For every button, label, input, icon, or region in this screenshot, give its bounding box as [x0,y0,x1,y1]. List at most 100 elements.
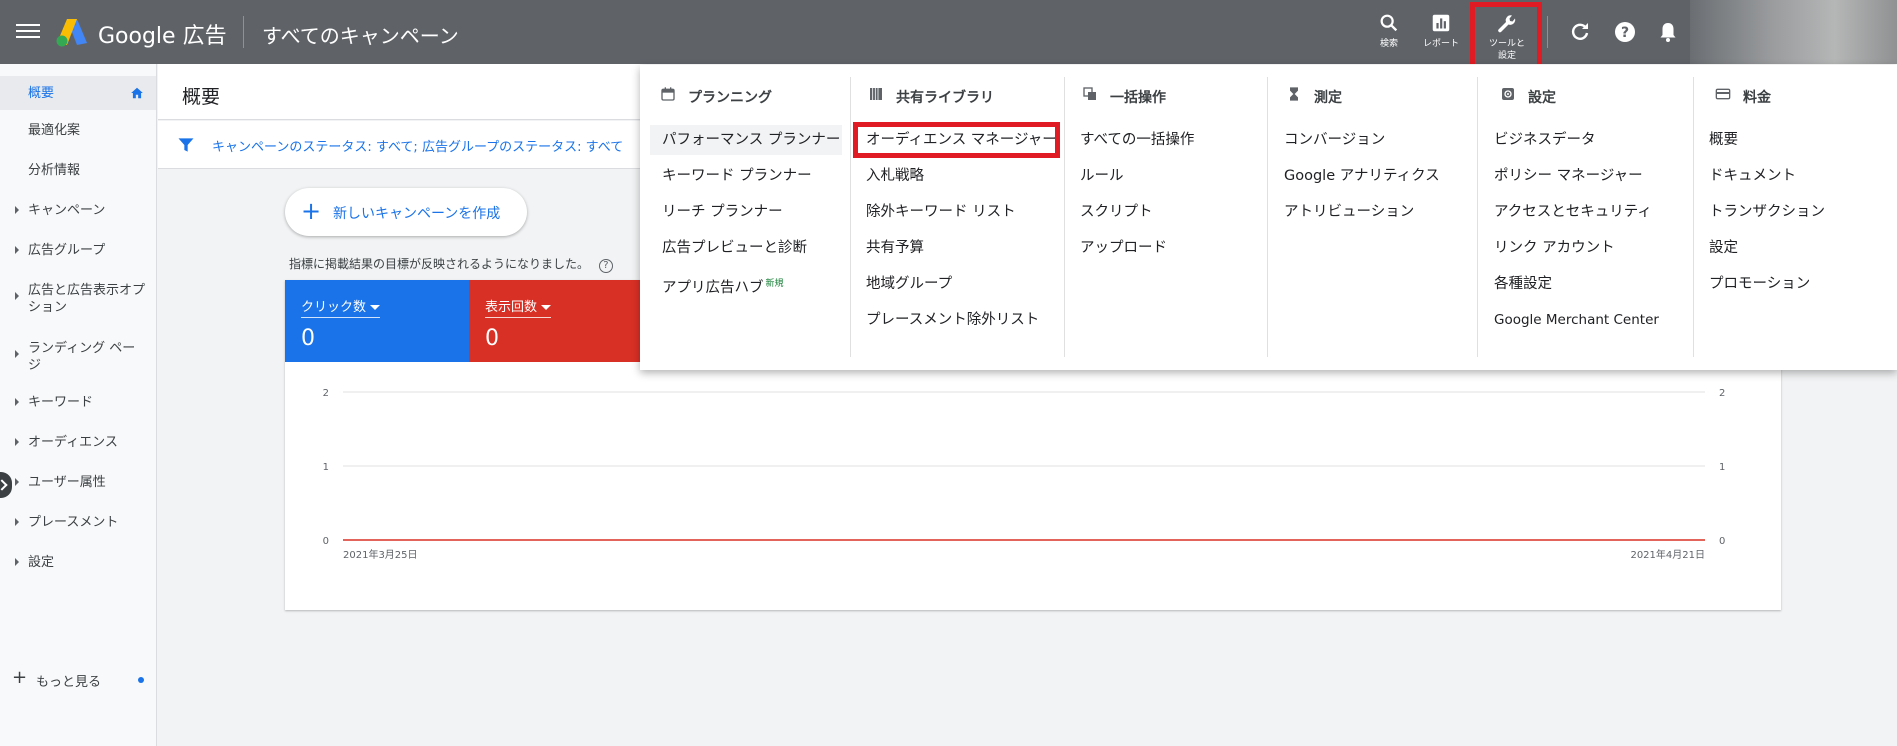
column-heading: 設定 [1502,87,1556,107]
nav-item-keywords[interactable]: キーワード [0,394,156,414]
nav-item-recommendations[interactable]: 最適化案 [0,122,156,142]
nav-label: プレースメント [28,515,119,530]
menu-item-policy-manager[interactable]: ポリシー マネージャー [1482,161,1643,191]
column-heading: 測定 [1290,87,1342,107]
notification-dot [138,677,144,683]
metric-value: 0 [301,326,315,351]
dropdown-arrow-icon [541,305,552,310]
nav-item-campaigns[interactable]: キャンペーン [0,202,156,222]
menu-column-billing: 料金 概要 ドキュメント トランザクション 設定 プロモーション [1697,65,1887,370]
reports-label: レポート [1422,39,1459,49]
metric-value: 0 [485,326,499,351]
menu-item-transactions[interactable]: トランザクション [1697,197,1825,227]
menu-item-rules[interactable]: ルール [1068,161,1124,191]
metric-label: 表示回数 [485,300,538,315]
menu-item-promotions[interactable]: プロモーション [1697,269,1810,299]
menu-item-google-analytics[interactable]: Google アナリティクス [1272,161,1440,191]
caret-right-icon [15,398,19,406]
google-ads-logo-icon [56,19,87,47]
nav-label: 最適化案 [28,123,81,138]
notice-text: 指標に掲載結果の目標が反映されるようになりました。 [289,257,590,271]
header-separator [1547,16,1548,48]
dropdown-arrow-icon [370,305,381,310]
nav-item-ad-groups[interactable]: 広告グループ [0,242,156,262]
account-info-blurred[interactable] [1690,0,1897,64]
help-icon[interactable]: ? [1613,20,1637,44]
menu-item-access-security[interactable]: アクセスとセキュリティ [1482,197,1652,227]
menu-item-documents[interactable]: ドキュメント [1697,161,1796,191]
menu-item-bid-strategies[interactable]: 入札戦略 [854,161,924,191]
audience-manager-highlight-box [853,122,1060,158]
menu-item-attribution[interactable]: アトリビューション [1272,197,1414,227]
menu-item-billing-settings[interactable]: 設定 [1697,233,1738,263]
menu-item-ad-preview[interactable]: 広告プレビューと診断 [650,233,807,263]
menu-item-preferences[interactable]: 各種設定 [1482,269,1552,299]
caret-right-icon [15,350,19,358]
menu-item-scripts[interactable]: スクリプト [1068,197,1153,227]
nav-item-audiences[interactable]: オーディエンス [0,434,156,454]
header-divider [243,16,244,48]
column-heading: プランニング [661,87,772,107]
show-more-link[interactable]: もっと見る [36,671,101,690]
metric-tile-clicks[interactable]: クリック数 0 [285,280,469,362]
hamburger-menu-icon[interactable] [16,20,40,44]
menu-item-billing-summary[interactable]: 概要 [1697,125,1738,155]
nav-label: キーワード [28,395,94,410]
menu-item-all-bulk-actions[interactable]: すべての一括操作 [1068,125,1194,155]
menu-item-business-data[interactable]: ビジネスデータ [1482,125,1596,155]
bulk-copy-icon [1083,87,1096,100]
column-divider [850,77,851,357]
y-tick-label-right: 2 [1719,388,1725,399]
nav-item-placements[interactable]: プレースメント [0,514,156,534]
nav-label: 広告グループ [28,243,106,258]
home-icon [131,87,143,99]
nav-item-ads-extensions[interactable]: 広告と広告表示オプション [0,282,156,318]
menu-item-shared-budgets[interactable]: 共有予算 [854,233,924,263]
view-title[interactable]: すべてのキャンペーン [262,20,459,49]
nav-item-overview[interactable]: 概要 [0,76,156,110]
menu-item-placement-exclusion-lists[interactable]: プレースメント除外リスト [854,305,1039,335]
item-label: アプリ広告ハブ [662,279,764,296]
side-nav: 概要 最適化案 分析情報 キャンペーン 広告グループ 広告と広告表示オプション … [0,64,157,746]
nav-item-demographics[interactable]: ユーザー属性 [0,474,156,494]
tools-settings-dropdown: プランニング パフォーマンス プランナー キーワード プランナー リーチ プラン… [640,65,1897,370]
menu-item-reach-planner[interactable]: リーチ プランナー [650,197,783,227]
new-badge: 新規 [765,279,784,289]
help-circle-icon[interactable]: ? [598,259,613,273]
metric-selector[interactable]: クリック数 [301,296,381,318]
menu-item-linked-accounts[interactable]: リンク アカウント [1482,233,1615,263]
menu-item-keyword-planner[interactable]: キーワード プランナー [650,161,812,191]
menu-item-negative-keyword-lists[interactable]: 除外キーワード リスト [854,197,1016,227]
search-button[interactable]: 検索 [1364,12,1414,56]
nav-item-settings[interactable]: 設定 [0,554,156,574]
nav-item-insights[interactable]: 分析情報 [0,162,156,182]
menu-item-conversions[interactable]: コンバージョン [1272,125,1385,155]
menu-item-performance-planner[interactable]: パフォーマンス プランナー [650,125,842,155]
heading-label: プランニング [688,90,772,106]
heading-label: 設定 [1528,90,1556,106]
metrics-notice: 指標に掲載結果の目標が反映されるようになりました。 ? [289,255,613,273]
create-campaign-button[interactable]: + 新しいキャンペーンを作成 [285,188,527,236]
menu-item-location-groups[interactable]: 地域グループ [854,269,952,299]
metric-tile-impressions[interactable]: 表示回数 0 [469,280,653,362]
plus-icon[interactable]: + [12,667,27,688]
menu-item-uploads[interactable]: アップロード [1068,233,1167,263]
top-app-bar: Google 広告 すべてのキャンペーン 検索 レポート ツールと設定 ? [0,0,1897,74]
reports-button[interactable]: レポート [1416,12,1466,56]
nav-label: 設定 [28,555,55,570]
bell-icon[interactable] [1656,20,1680,44]
refresh-icon[interactable] [1568,20,1592,44]
filter-icon[interactable] [176,135,196,155]
nav-label: ユーザー属性 [28,475,106,490]
menu-item-app-ad-hub[interactable]: アプリ広告ハブ 新規 [650,269,784,299]
column-heading: 共有ライブラリ [870,87,994,107]
menu-item-google-merchant-center[interactable]: Google Merchant Center [1482,305,1659,335]
y-tick-label-right: 1 [1719,462,1725,473]
brand-name: Google 広告 [98,24,227,49]
metric-selector[interactable]: 表示回数 [485,296,552,318]
heading-label: 測定 [1314,90,1342,106]
filter-chip[interactable]: キャンペーンのステータス: すべて; 広告グループのステータス: すべて [212,136,623,155]
nav-label: 広告と広告表示オプション [28,283,146,315]
library-icon [870,88,882,100]
nav-item-landing-pages[interactable]: ランディング ページ [0,340,156,376]
